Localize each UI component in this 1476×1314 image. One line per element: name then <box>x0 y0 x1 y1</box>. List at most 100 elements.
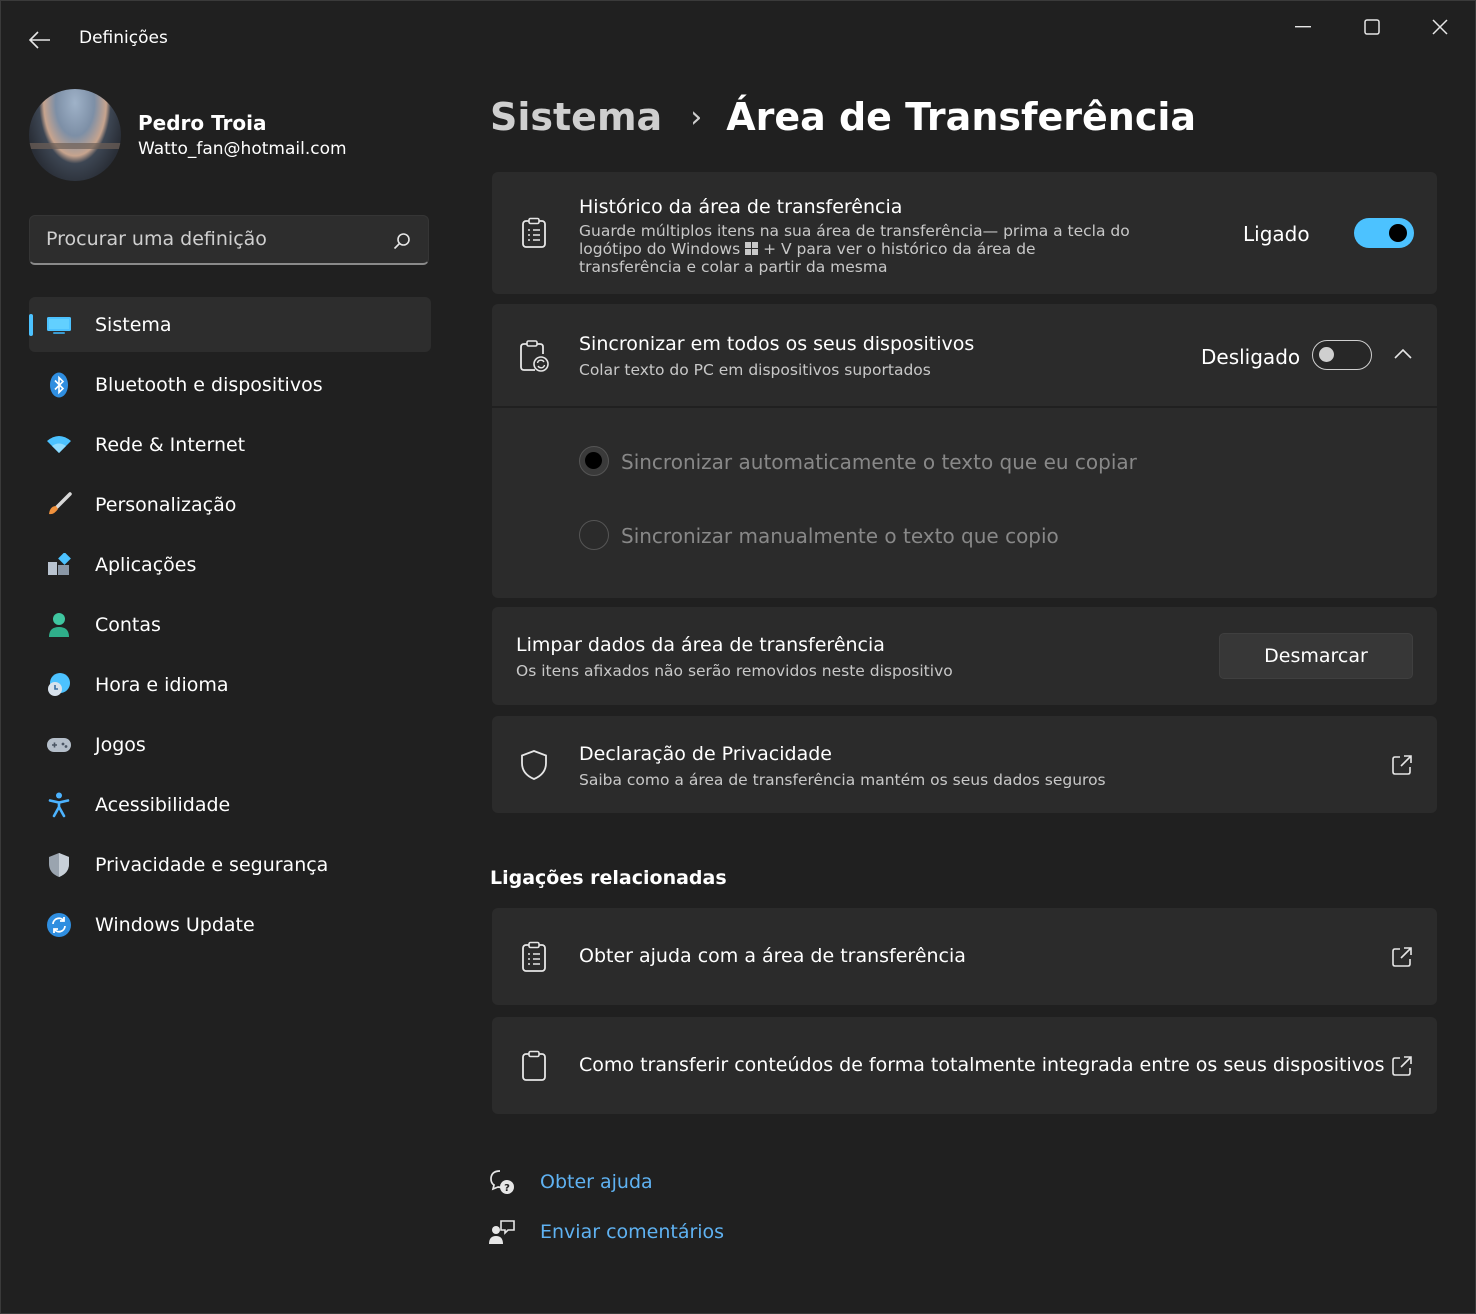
sidebar-item-label: Aplicações <box>95 554 197 576</box>
sidebar-item-bluetooth[interactable]: Bluetooth e dispositivos <box>29 357 431 412</box>
profile-name: Pedro Troia <box>138 111 267 135</box>
wifi-icon <box>46 432 72 458</box>
sidebar-item-label: Privacidade e segurança <box>95 854 329 876</box>
close-icon <box>1432 19 1448 35</box>
shield-icon <box>46 852 72 878</box>
sidebar-item-contas[interactable]: Contas <box>29 597 431 652</box>
history-title: Histórico da área de transferência <box>579 196 903 218</box>
sidebar-item-label: Windows Update <box>95 914 255 936</box>
sidebar-item-rede[interactable]: Rede & Internet <box>29 417 431 472</box>
sidebar-item-label: Sistema <box>95 314 172 336</box>
search-icon <box>393 233 410 250</box>
sidebar-item-label: Acessibilidade <box>95 794 231 816</box>
sidebar-item-label: Jogos <box>95 734 146 756</box>
privacy-description: Saiba como a área de transferência manté… <box>579 771 1106 789</box>
history-desc-line: logótipo do Windows + V para ver o histó… <box>579 240 1199 258</box>
windows-logo-icon <box>745 242 759 255</box>
user-profile[interactable]: Pedro Troia Watto_fan@hotmail.com <box>29 89 429 181</box>
privacy-title: Declaração de Privacidade <box>579 743 832 765</box>
breadcrumb: Sistema › Área de Transferência <box>490 89 1196 145</box>
get-help-link[interactable]: Obter ajuda <box>540 1171 653 1193</box>
sidebar-item-hora-idioma[interactable]: Hora e idioma <box>29 657 431 712</box>
clipboard-list-icon <box>518 215 550 251</box>
feedback-icon <box>489 1220 515 1244</box>
sync-manual-label: Sincronizar manualmente o texto que copi… <box>621 524 1059 548</box>
related-link-label: Como transferir conteúdos de forma total… <box>579 1054 1385 1076</box>
account-icon <box>46 612 72 638</box>
related-links-heading: Ligações relacionadas <box>490 867 727 889</box>
sync-auto-radio[interactable] <box>579 446 609 476</box>
history-desc-text: + V para ver o histórico da área de <box>763 240 1036 258</box>
breadcrumb-separator-icon: › <box>690 99 703 135</box>
shield-outline-icon <box>518 747 550 783</box>
sidebar-item-label: Contas <box>95 614 161 636</box>
back-button[interactable] <box>21 25 59 55</box>
avatar <box>29 89 121 181</box>
clear-title: Limpar dados da área de transferência <box>516 634 885 656</box>
sync-description: Colar texto do PC em dispositivos suport… <box>579 361 931 379</box>
clear-button[interactable]: Desmarcar <box>1219 633 1413 679</box>
minimize-button[interactable] <box>1278 9 1328 45</box>
sidebar-nav: Sistema Bluetooth e dispositivos Rede & … <box>29 297 431 957</box>
sync-devices-card[interactable]: Sincronizar em todos os seus dispositivo… <box>492 304 1437 406</box>
clipboard-icon <box>518 1048 550 1084</box>
history-description: Guarde múltiplos itens na sua área de tr… <box>579 222 1199 276</box>
search-box[interactable] <box>29 215 429 265</box>
maximize-button[interactable] <box>1347 9 1397 45</box>
help-chat-icon: ? <box>490 1170 514 1194</box>
sync-manual-radio[interactable] <box>579 520 609 550</box>
sidebar-item-sistema[interactable]: Sistema <box>29 297 431 352</box>
accessibility-icon <box>46 792 72 818</box>
sidebar-item-privacidade[interactable]: Privacidade e segurança <box>29 837 431 892</box>
clipboard-history-card: Histórico da área de transferência Guard… <box>492 172 1437 294</box>
active-indicator <box>29 314 33 336</box>
history-desc-text: logótipo do Windows <box>579 240 741 258</box>
title-bar: Definições <box>1 1 1476 77</box>
sidebar-item-acessibilidade[interactable]: Acessibilidade <box>29 777 431 832</box>
chevron-up-icon[interactable] <box>1394 348 1412 360</box>
update-icon <box>46 912 72 938</box>
history-toggle-label: Ligado <box>1243 222 1310 246</box>
sidebar-item-personalizacao[interactable]: Personalização <box>29 477 431 532</box>
sidebar-item-label: Personalização <box>95 494 237 516</box>
sync-options-panel: Sincronizar automaticamente o texto que … <box>492 408 1437 598</box>
sidebar-item-label: Bluetooth e dispositivos <box>95 374 323 396</box>
related-link-help[interactable]: Obter ajuda com a área de transferência <box>492 908 1437 1005</box>
brush-icon <box>46 492 72 518</box>
apps-icon <box>46 552 72 578</box>
privacy-statement-card[interactable]: Declaração de Privacidade Saiba como a á… <box>492 716 1437 813</box>
minimize-icon <box>1295 26 1311 28</box>
toggle-knob <box>1319 347 1334 362</box>
system-icon <box>46 312 72 338</box>
sidebar-item-aplicacoes[interactable]: Aplicações <box>29 537 431 592</box>
breadcrumb-parent[interactable]: Sistema <box>490 95 662 139</box>
external-link-icon <box>1392 947 1412 967</box>
gamepad-icon <box>46 732 72 758</box>
related-link-transfer[interactable]: Como transferir conteúdos de forma total… <box>492 1017 1437 1114</box>
send-feedback-link[interactable]: Enviar comentários <box>540 1221 724 1243</box>
sidebar-item-windows-update[interactable]: Windows Update <box>29 897 431 952</box>
history-desc-line: Guarde múltiplos itens na sua área de tr… <box>579 222 1130 240</box>
sidebar-item-label: Rede & Internet <box>95 434 246 456</box>
page-title: Área de Transferência <box>726 95 1197 139</box>
history-toggle[interactable] <box>1354 218 1414 248</box>
bluetooth-icon <box>46 372 72 398</box>
search-input[interactable] <box>46 228 366 250</box>
external-link-icon <box>1392 755 1412 775</box>
close-button[interactable] <box>1415 9 1465 45</box>
sync-toggle[interactable] <box>1312 340 1372 370</box>
back-arrow-icon <box>29 31 50 49</box>
profile-email: Watto_fan@hotmail.com <box>138 139 347 159</box>
external-link-icon <box>1392 1056 1412 1076</box>
related-link-label: Obter ajuda com a área de transferência <box>579 945 966 967</box>
toggle-knob <box>1389 224 1407 242</box>
clear-description: Os itens afixados não serão removidos ne… <box>516 662 953 680</box>
sync-auto-label: Sincronizar automaticamente o texto que … <box>621 450 1137 474</box>
sidebar-item-jogos[interactable]: Jogos <box>29 717 431 772</box>
clipboard-list-icon <box>518 939 550 975</box>
time-language-icon <box>46 672 72 698</box>
settings-window: Definições Pedro Troia Watto_fan@hotmail… <box>0 0 1476 1314</box>
svg-text:?: ? <box>504 1183 510 1194</box>
maximize-icon <box>1364 19 1380 35</box>
app-title: Definições <box>79 28 168 48</box>
